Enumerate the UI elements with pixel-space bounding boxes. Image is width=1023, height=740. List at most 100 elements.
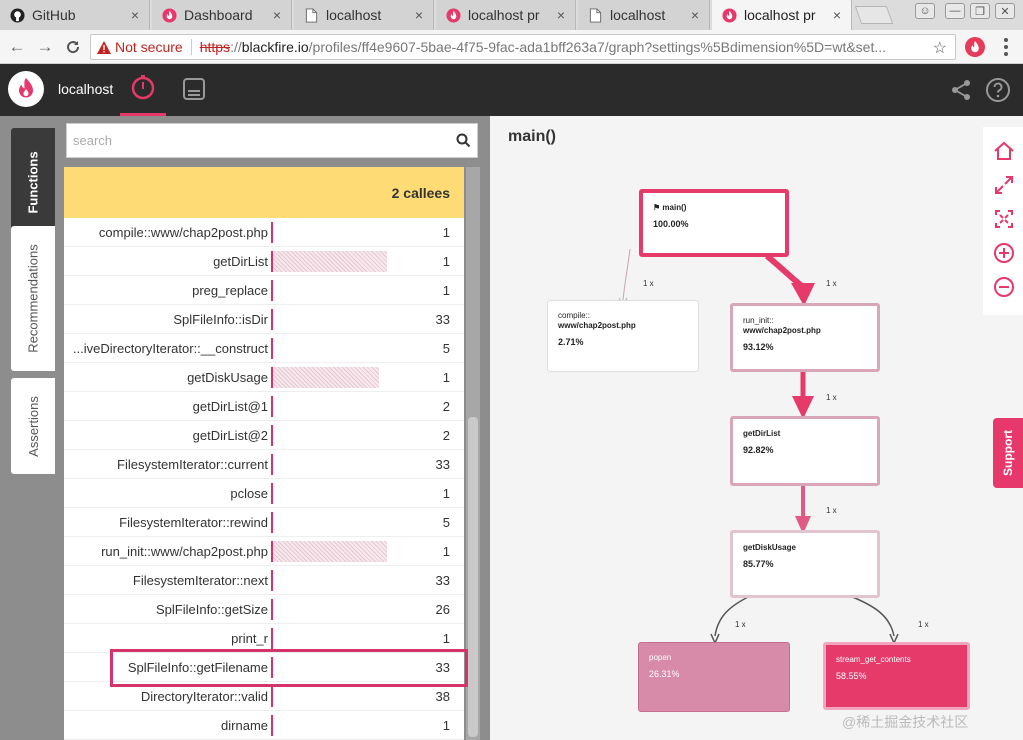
call-count-label: 1 x xyxy=(826,279,837,288)
function-name: run_init::www/chap2post.php xyxy=(101,544,268,559)
function-row[interactable]: ...iveDirectoryIterator::__construct 5 xyxy=(64,334,464,363)
close-icon[interactable]: × xyxy=(273,7,281,23)
function-row[interactable]: dirname 1 xyxy=(64,711,464,740)
functions-panel: 2 callees compile::www/chap2post.php1get… xyxy=(58,116,490,740)
function-name: print_r xyxy=(231,631,268,646)
back-icon[interactable]: ← xyxy=(6,36,28,58)
timer-icon xyxy=(130,74,156,103)
browser-menu-icon[interactable] xyxy=(998,37,1014,57)
function-row[interactable]: compile::www/chap2post.php 1 xyxy=(64,218,464,247)
node-label: run_init:: xyxy=(743,316,774,325)
graph-node-run-init[interactable]: run_init:: www/chap2post.php 93.12% xyxy=(730,303,880,372)
graph-node-getdirlist[interactable]: getDirList 92.82% xyxy=(730,416,880,486)
call-count: 1 xyxy=(442,254,450,269)
expand-icon[interactable] xyxy=(992,173,1016,197)
home-icon[interactable] xyxy=(992,139,1016,163)
graph-node-main[interactable]: ⚑ main() 100.00% xyxy=(639,189,789,257)
bookmark-star-icon[interactable]: ☆ xyxy=(933,38,947,58)
call-count: 38 xyxy=(435,689,450,704)
tab-functions[interactable]: Functions xyxy=(11,128,55,236)
function-row[interactable]: FilesystemIterator::next 33 xyxy=(64,566,464,595)
close-icon[interactable]: × xyxy=(415,7,423,23)
help-icon[interactable] xyxy=(985,77,1011,103)
tab-timeline[interactable] xyxy=(171,64,217,116)
security-warning[interactable]: Not secure xyxy=(97,39,183,55)
close-icon[interactable]: × xyxy=(131,7,139,23)
browser-tab-localhost-profile[interactable]: localhost pr × xyxy=(436,0,576,30)
graph-node-popen[interactable]: popen 26.31% xyxy=(638,642,790,712)
function-row[interactable]: getDiskUsage 1 xyxy=(64,363,464,392)
tab-title: Dashboard xyxy=(184,7,253,23)
blackfire-extension-icon[interactable] xyxy=(965,37,985,57)
forward-icon[interactable]: → xyxy=(34,36,56,58)
call-count: 33 xyxy=(435,312,450,327)
support-label: Support xyxy=(1001,430,1015,476)
call-count: 1 xyxy=(442,225,450,240)
tab-recommendations[interactable]: Recommendations xyxy=(11,226,55,371)
graph-node-compile[interactable]: compile:: www/chap2post.php 2.71% xyxy=(547,300,699,372)
graph-node-getdiskusage[interactable]: getDiskUsage 85.77% xyxy=(730,530,880,598)
scrollbar[interactable] xyxy=(466,167,480,740)
tab-assertions[interactable]: Assertions xyxy=(11,378,55,474)
graph-controls xyxy=(983,127,1023,315)
search-icon[interactable] xyxy=(456,133,471,151)
url-sep: :// xyxy=(230,39,242,55)
function-row[interactable]: getDirList 1 xyxy=(64,247,464,276)
cost-bar xyxy=(271,425,273,446)
browser-tab-localhost-2[interactable]: localhost × xyxy=(578,0,710,30)
fit-icon[interactable] xyxy=(992,207,1016,231)
reload-icon[interactable] xyxy=(62,36,84,58)
browser-tab-dashboard[interactable]: Dashboard × xyxy=(152,0,292,30)
browser-tab-github[interactable]: GitHub × xyxy=(0,0,150,30)
call-count: 1 xyxy=(442,631,450,646)
function-name: FilesystemIterator::current xyxy=(117,457,268,472)
search-input[interactable] xyxy=(67,124,447,157)
new-tab-button[interactable] xyxy=(854,6,894,24)
cost-bar xyxy=(271,715,273,736)
profile-icon[interactable]: ☺ xyxy=(915,3,935,19)
project-name: localhost xyxy=(58,81,114,97)
function-row[interactable]: getDirList@1 2 xyxy=(64,392,464,421)
window-close-icon[interactable]: ✕ xyxy=(995,3,1015,19)
minimize-icon[interactable]: — xyxy=(945,3,965,19)
function-row[interactable]: getDirList@2 2 xyxy=(64,421,464,450)
browser-tab-localhost[interactable]: localhost × xyxy=(294,0,434,30)
tab-call-graph[interactable] xyxy=(120,64,166,116)
function-row[interactable]: run_init::www/chap2post.php 1 xyxy=(64,537,464,566)
restore-icon[interactable]: ❐ xyxy=(970,3,990,19)
flag-icon: ⚑ xyxy=(653,203,661,212)
zoom-in-icon[interactable] xyxy=(992,241,1016,265)
browser-tab-active[interactable]: localhost pr × xyxy=(712,0,852,30)
function-row[interactable]: SplFileInfo::getSize 26 xyxy=(64,595,464,624)
function-row[interactable]: FilesystemIterator::current 33 xyxy=(64,450,464,479)
blackfire-logo[interactable] xyxy=(8,71,44,107)
timeline-icon xyxy=(182,77,206,104)
selected-row-highlight xyxy=(110,649,468,687)
side-tab-label: Assertions xyxy=(25,395,41,457)
share-icon[interactable] xyxy=(948,77,974,103)
function-row[interactable]: SplFileInfo::isDir 33 xyxy=(64,305,464,334)
function-name: dirname xyxy=(221,718,268,733)
cost-bar xyxy=(271,541,387,562)
function-name: FilesystemIterator::rewind xyxy=(119,515,268,530)
support-button[interactable]: Support xyxy=(993,418,1023,488)
scrollbar-thumb[interactable] xyxy=(468,417,478,737)
function-row[interactable]: preg_replace 1 xyxy=(64,276,464,305)
close-icon[interactable]: × xyxy=(833,7,841,23)
function-row[interactable]: pclose 1 xyxy=(64,479,464,508)
url-input[interactable]: Not secure https :// blackfire.io /profi… xyxy=(90,34,956,60)
function-name: compile::www/chap2post.php xyxy=(98,225,268,240)
close-icon[interactable]: × xyxy=(557,7,565,23)
function-row[interactable]: FilesystemIterator::rewind 5 xyxy=(64,508,464,537)
node-label: compile:: xyxy=(558,311,591,320)
call-count: 1 xyxy=(442,370,450,385)
cost-bar xyxy=(271,396,273,417)
search-box xyxy=(66,123,478,158)
close-icon[interactable]: × xyxy=(691,7,699,23)
edge-main-compile xyxy=(622,248,631,301)
call-count: 2 xyxy=(442,428,450,443)
side-tabs: Functions Recommendations Assertions xyxy=(0,116,58,740)
function-name: ...iveDirectoryIterator::__construct xyxy=(72,341,268,356)
zoom-out-icon[interactable] xyxy=(992,275,1016,299)
graph-node-stream-get-contents[interactable]: stream_get_contents 58.55% xyxy=(823,642,970,710)
